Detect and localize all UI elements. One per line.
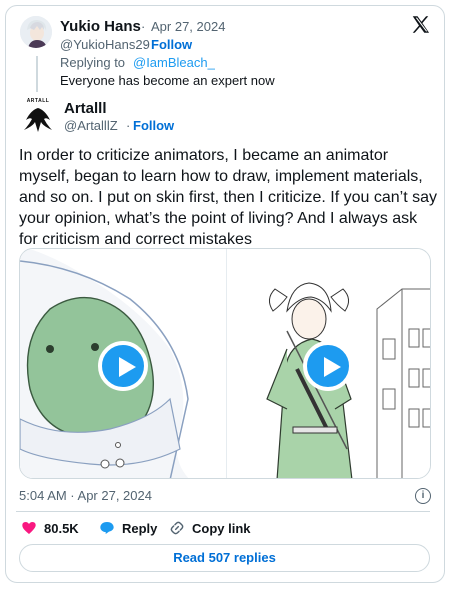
- avatar-lettering: ARTALL: [26, 98, 50, 104]
- quoted-follow-separator: ·: [144, 37, 149, 52]
- heart-icon: [22, 522, 36, 534]
- link-icon: [170, 521, 184, 535]
- media-container: [19, 248, 431, 479]
- author-handle[interactable]: @ArtalllZ: [64, 118, 118, 133]
- quoted-separator: ·: [141, 19, 146, 34]
- quoted-handle[interactable]: @YukioHans29: [60, 37, 150, 52]
- quoted-date[interactable]: Apr 27, 2024: [151, 19, 225, 34]
- tweet-text: In order to criticize animators, I becam…: [19, 147, 437, 248]
- author-follow-separator: ·: [126, 118, 131, 133]
- author-display-name[interactable]: Artalll: [64, 100, 107, 117]
- info-icon[interactable]: i: [415, 488, 431, 504]
- read-replies-button[interactable]: Read 507 replies: [19, 544, 430, 572]
- tweet-timestamp[interactable]: 5:04 AM · Apr 27, 2024: [19, 488, 152, 503]
- reply-button[interactable]: Reply: [99, 520, 157, 536]
- replying-to-prefix: Replying to: [60, 55, 126, 70]
- author-follow-link[interactable]: Follow: [133, 118, 174, 133]
- x-logo-icon[interactable]: [410, 14, 432, 36]
- avatar-artalll[interactable]: ARTALL: [20, 98, 56, 134]
- copy-link-button[interactable]: Copy link: [169, 520, 251, 536]
- quoted-follow-link[interactable]: Follow: [151, 37, 192, 52]
- copy-link-label: Copy link: [192, 520, 251, 536]
- speech-bubble-icon: [100, 522, 114, 534]
- like-count: 80.5K: [44, 520, 79, 536]
- reply-label: Reply: [122, 520, 158, 536]
- quoted-display-name[interactable]: Yukio Hans: [60, 18, 141, 35]
- divider: [16, 511, 430, 512]
- avatar-yukio-hans[interactable]: [20, 16, 52, 48]
- like-button[interactable]: 80.5K: [21, 520, 79, 536]
- quoted-tweet-text: Everyone has become an expert now: [60, 73, 275, 88]
- thread-connector-line: [36, 56, 38, 92]
- replying-to-handle[interactable]: @IamBleach_: [133, 55, 215, 70]
- play-icon[interactable]: [98, 341, 148, 391]
- play-icon[interactable]: [303, 341, 353, 391]
